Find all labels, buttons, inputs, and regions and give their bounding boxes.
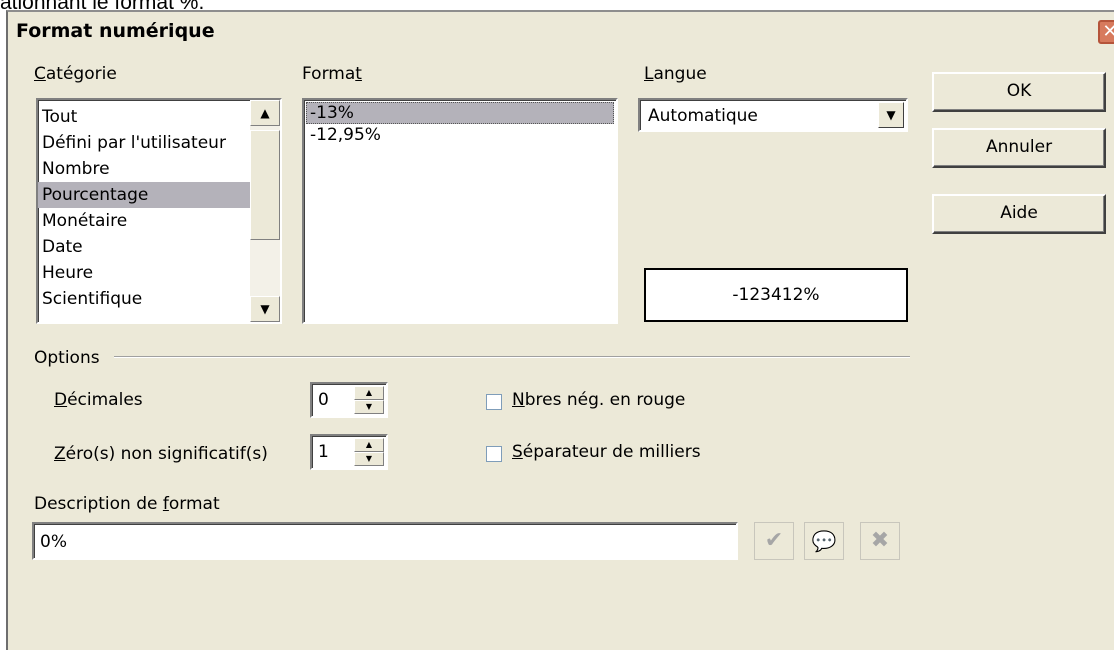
category-item[interactable]: Nombre [38, 156, 250, 182]
language-label: Langue [644, 64, 707, 84]
cancel-button[interactable]: Annuler [932, 128, 1106, 168]
increment-icon[interactable]: ▲ [354, 438, 384, 452]
language-value: Automatique [648, 106, 758, 126]
checkmark-icon[interactable]: ✔ [754, 522, 794, 560]
category-item[interactable]: Scientifique [38, 286, 250, 312]
scroll-thumb[interactable] [250, 130, 280, 240]
format-preview: -123412% [644, 268, 908, 322]
comment-icon[interactable]: 💬 [804, 522, 844, 560]
title-bar[interactable]: Format numérique ✕ [8, 12, 1114, 48]
format-code-value: 0% [40, 532, 67, 552]
leading-zeros-spinner[interactable]: 1 ▲ ▼ [310, 434, 388, 470]
category-item[interactable]: Date [38, 234, 250, 260]
chevron-down-icon[interactable]: ▼ [878, 102, 904, 128]
scroll-up-icon[interactable]: ▲ [250, 100, 280, 126]
close-icon[interactable]: ✕ [1098, 20, 1114, 44]
leading-zeros-value: 1 [318, 442, 329, 462]
format-list[interactable]: -13% -12,95% [302, 98, 618, 324]
language-select[interactable]: Automatique ▼ [638, 98, 908, 132]
help-button[interactable]: Aide [932, 194, 1106, 234]
options-separator [114, 356, 910, 358]
decrement-icon[interactable]: ▼ [354, 400, 384, 414]
options-label: Options [34, 348, 100, 368]
thousands-separator-checkbox[interactable] [486, 446, 502, 462]
category-item[interactable]: Monétaire [38, 208, 250, 234]
decimals-spinner[interactable]: 0 ▲ ▼ [310, 382, 388, 418]
category-scrollbar[interactable]: ▲ ▼ [250, 100, 280, 322]
format-code-input[interactable]: 0% [32, 522, 738, 560]
negative-red-label: Nbres nég. en rouge [512, 390, 686, 410]
format-label: Format [302, 64, 362, 84]
format-item[interactable]: -12,95% [306, 124, 614, 146]
format-code-label: Description de format [34, 494, 220, 514]
thousands-separator-label: Séparateur de milliers [512, 442, 701, 462]
category-item[interactable]: Pourcentage [38, 182, 250, 208]
decrement-icon[interactable]: ▼ [354, 452, 384, 466]
increment-icon[interactable]: ▲ [354, 386, 384, 400]
category-item[interactable]: Tout [38, 104, 250, 130]
decimals-label: Décimales [54, 390, 143, 410]
leading-zeros-label: Zéro(s) non significatif(s) [54, 444, 268, 464]
ok-button[interactable]: OK [932, 72, 1106, 112]
category-list[interactable]: Tout Défini par l'utilisateur Nombre Pource… [36, 98, 282, 324]
scroll-down-icon[interactable]: ▼ [250, 296, 280, 322]
dialog-title: Format numérique [16, 20, 215, 42]
category-item[interactable]: Défini par l'utilisateur [38, 130, 250, 156]
delete-icon[interactable]: ✖ [860, 522, 900, 560]
negative-red-checkbox[interactable] [486, 394, 502, 410]
format-item[interactable]: -13% [306, 102, 614, 124]
decimals-value: 0 [318, 390, 329, 410]
category-label: Catégorie [34, 64, 117, 84]
category-item[interactable]: Heure [38, 260, 250, 286]
format-dialog: Format numérique ✕ Catégorie Tout Défini … [6, 10, 1114, 650]
